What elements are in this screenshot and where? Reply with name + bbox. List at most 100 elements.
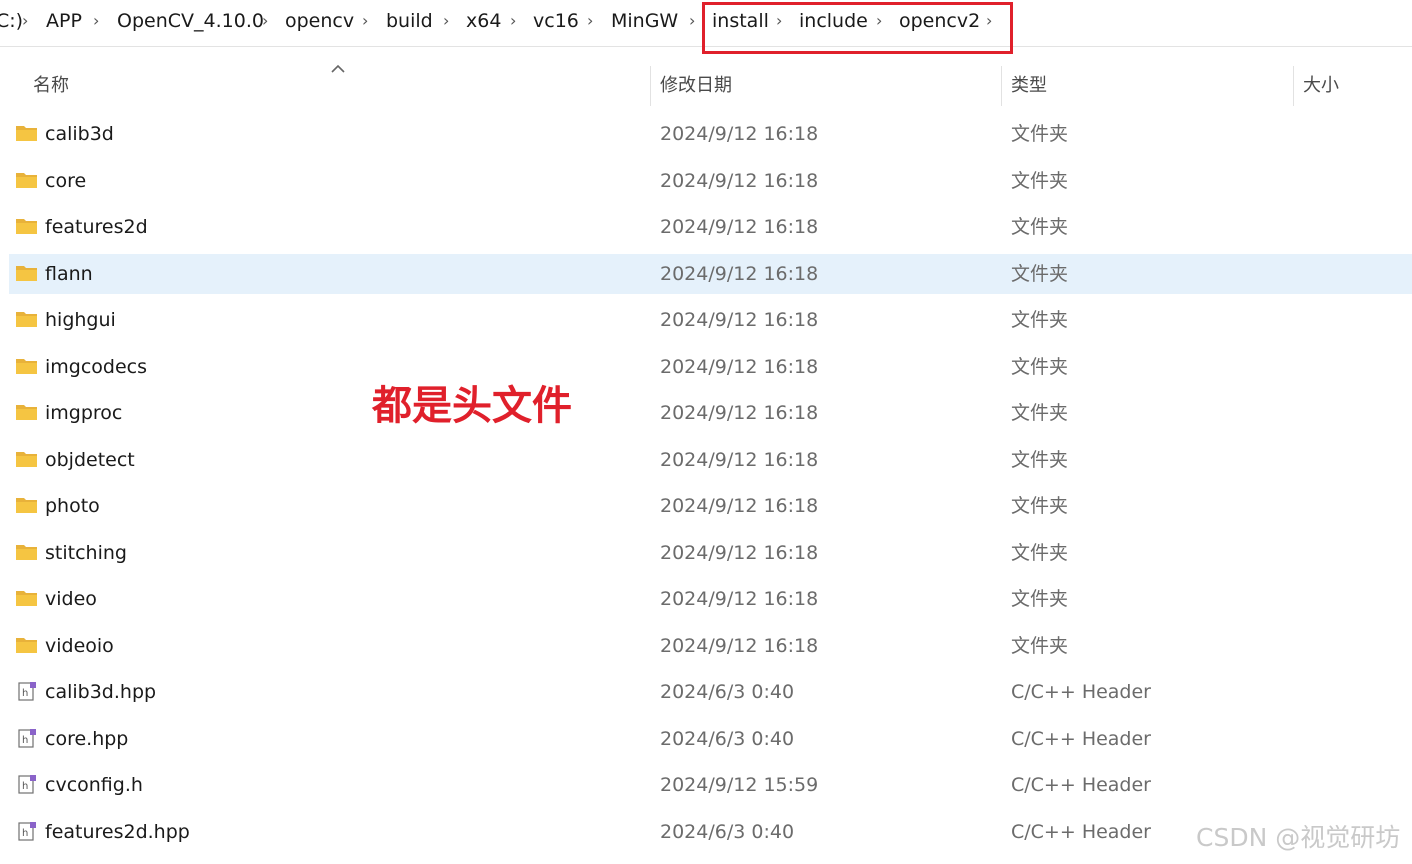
- file-name: cvconfig.h: [45, 774, 143, 796]
- breadcrumb-item[interactable]: C:): [0, 9, 23, 33]
- folder-icon: [16, 173, 37, 188]
- folder-row[interactable]: core 2024/9/12 16:18 文件夹: [9, 161, 1412, 201]
- folder-row[interactable]: videoio 2024/9/12 16:18 文件夹: [9, 626, 1412, 666]
- breadcrumb-chevron-icon[interactable]: ›: [262, 9, 268, 33]
- column-divider[interactable]: [1001, 66, 1002, 106]
- annotation-text: 都是头文件: [372, 383, 572, 429]
- breadcrumb-item[interactable]: OpenCV_4.10.0: [117, 9, 264, 33]
- folder-icon: [16, 545, 37, 560]
- folder-icon: [16, 312, 37, 327]
- file-type: 文件夹: [1011, 216, 1069, 238]
- file-modified-date: 2024/9/12 16:18: [660, 263, 819, 285]
- breadcrumb: C:) › APP › OpenCV_4.10.0 › opencv › build › x64 › v…: [0, 0, 1412, 54]
- file-row[interactable]: h cvconfig.h 2024/9/12 15:59 C/C++ Header: [9, 765, 1412, 805]
- header-file-icon: h: [18, 775, 36, 794]
- file-type: 文件夹: [1011, 356, 1069, 378]
- file-name: videoio: [45, 635, 114, 657]
- folder-icon: [16, 452, 37, 467]
- file-name: features2d: [45, 216, 148, 238]
- watermark: CSDN @视觉研坊: [1196, 823, 1401, 852]
- file-type: 文件夹: [1011, 402, 1069, 424]
- svg-text:h: h: [22, 828, 28, 839]
- file-type: 文件夹: [1011, 170, 1069, 192]
- folder-row[interactable]: imgproc 2024/9/12 16:18 文件夹: [9, 393, 1412, 433]
- folder-row[interactable]: photo 2024/9/12 16:18 文件夹: [9, 486, 1412, 526]
- file-name: video: [45, 588, 97, 610]
- file-name: calib3d.hpp: [45, 681, 157, 703]
- breadcrumb-chevron-icon[interactable]: ›: [510, 9, 516, 33]
- header-file-icon: h: [18, 682, 36, 701]
- folder-row[interactable]: objdetect 2024/9/12 16:18 文件夹: [9, 440, 1412, 480]
- file-modified-date: 2024/9/12 16:18: [660, 123, 819, 145]
- folder-row[interactable]: features2d 2024/9/12 16:18 文件夹: [9, 207, 1412, 247]
- file-modified-date: 2024/9/12 16:18: [660, 449, 819, 471]
- file-type: 文件夹: [1011, 635, 1069, 657]
- file-type: C/C++ Header: [1011, 821, 1151, 843]
- breadcrumb-chevron-icon[interactable]: ›: [587, 9, 593, 33]
- folder-row[interactable]: highgui 2024/9/12 16:18 文件夹: [9, 300, 1412, 340]
- file-name: calib3d: [45, 123, 114, 145]
- column-header-type[interactable]: 类型: [1011, 74, 1047, 98]
- folder-icon: [16, 359, 37, 374]
- file-modified-date: 2024/9/12 16:18: [660, 216, 819, 238]
- breadcrumb-item[interactable]: build: [386, 9, 433, 33]
- breadcrumb-item[interactable]: vc16: [533, 9, 579, 33]
- file-name: objdetect: [45, 449, 135, 471]
- column-header-size[interactable]: 大小: [1303, 74, 1339, 98]
- file-type: 文件夹: [1011, 123, 1069, 145]
- file-name: highgui: [45, 309, 116, 331]
- column-header-name[interactable]: 名称: [33, 74, 69, 98]
- breadcrumb-chevron-icon[interactable]: ›: [22, 9, 28, 33]
- folder-row[interactable]: video 2024/9/12 16:18 文件夹: [9, 579, 1412, 619]
- folder-icon: [16, 266, 37, 281]
- svg-text:h: h: [22, 781, 28, 792]
- sort-ascending-icon: [331, 64, 345, 73]
- file-modified-date: 2024/9/12 16:18: [660, 588, 819, 610]
- file-modified-date: 2024/9/12 16:18: [660, 542, 819, 564]
- column-divider[interactable]: [650, 66, 651, 106]
- breadcrumb-chevron-icon[interactable]: ›: [689, 9, 695, 33]
- file-modified-date: 2024/9/12 16:18: [660, 309, 819, 331]
- file-name: imgcodecs: [45, 356, 148, 378]
- folder-row[interactable]: calib3d 2024/9/12 16:18 文件夹: [9, 114, 1412, 154]
- file-modified-date: 2024/9/12 16:18: [660, 356, 819, 378]
- file-modified-date: 2024/9/12 16:18: [660, 402, 819, 424]
- header-file-icon: h: [18, 729, 36, 748]
- breadcrumb-item[interactable]: x64: [466, 9, 501, 33]
- column-divider[interactable]: [1293, 66, 1294, 106]
- file-name: core: [45, 170, 87, 192]
- file-modified-date: 2024/6/3 0:40: [660, 821, 795, 843]
- file-row[interactable]: h calib3d.hpp 2024/6/3 0:40 C/C++ Header: [9, 672, 1412, 712]
- column-header-date[interactable]: 修改日期: [660, 74, 732, 98]
- folder-icon: [16, 638, 37, 653]
- file-row[interactable]: h core.hpp 2024/6/3 0:40 C/C++ Header: [9, 719, 1412, 759]
- folder-row[interactable]: imgcodecs 2024/9/12 16:18 文件夹: [9, 347, 1412, 387]
- file-type: 文件夹: [1011, 449, 1069, 471]
- header-file-icon: h: [18, 822, 36, 841]
- file-modified-date: 2024/9/12 15:59: [660, 774, 819, 796]
- svg-text:h: h: [22, 688, 28, 699]
- folder-icon: [16, 498, 37, 513]
- file-type: 文件夹: [1011, 263, 1069, 285]
- folder-icon: [16, 219, 37, 234]
- file-type: C/C++ Header: [1011, 728, 1151, 750]
- folder-icon: [16, 405, 37, 420]
- breadcrumb-chevron-icon[interactable]: ›: [443, 9, 449, 33]
- breadcrumb-chevron-icon[interactable]: ›: [362, 9, 368, 33]
- file-type: C/C++ Header: [1011, 774, 1151, 796]
- file-type: 文件夹: [1011, 309, 1069, 331]
- breadcrumb-item[interactable]: opencv: [285, 9, 354, 33]
- breadcrumb-item[interactable]: MinGW: [611, 9, 678, 33]
- file-name: stitching: [45, 542, 127, 564]
- file-name: imgproc: [45, 402, 123, 424]
- breadcrumb-chevron-icon[interactable]: ›: [93, 9, 99, 33]
- file-type: 文件夹: [1011, 495, 1069, 517]
- file-name: flann: [45, 263, 93, 285]
- breadcrumb-highlight-box: [702, 2, 1013, 54]
- breadcrumb-item[interactable]: APP: [46, 9, 82, 33]
- folder-row[interactable]: stitching 2024/9/12 16:18 文件夹: [9, 533, 1412, 573]
- file-type: C/C++ Header: [1011, 681, 1151, 703]
- folder-row[interactable]: flann 2024/9/12 16:18 文件夹: [9, 254, 1412, 294]
- folder-icon: [16, 591, 37, 606]
- file-type: 文件夹: [1011, 588, 1069, 610]
